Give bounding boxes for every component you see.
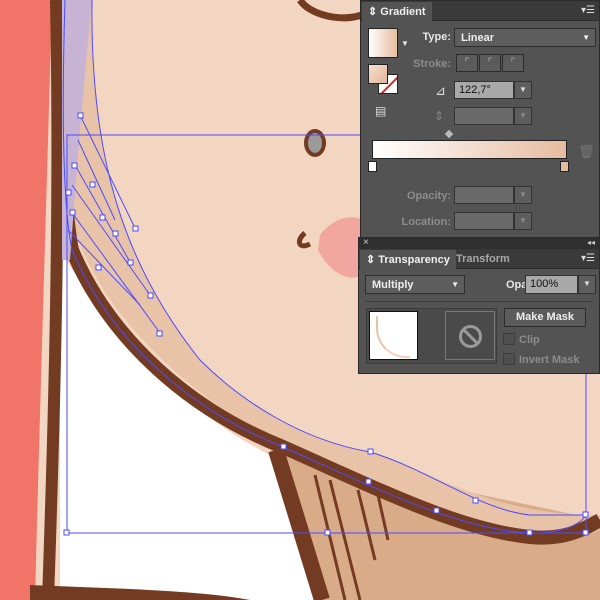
- clip-checkbox[interactable]: [503, 333, 515, 345]
- opacity-label: Opacity:: [406, 190, 451, 202]
- gradient-stop-white[interactable]: [368, 161, 377, 172]
- divider: [365, 301, 593, 302]
- stroke-within-button[interactable]: ⌜: [456, 54, 478, 72]
- angle-dropdown[interactable]: ▼: [514, 81, 532, 99]
- gradient-tabbar: ⇕ Gradient ▾☰: [361, 1, 599, 21]
- thumbnail-area: [366, 308, 497, 364]
- midpoint-diamond[interactable]: [444, 129, 454, 139]
- opacity-dropdown[interactable]: ▼: [578, 275, 596, 294]
- tab-transform[interactable]: Transform: [450, 250, 516, 269]
- location-input[interactable]: [454, 212, 514, 230]
- transparency-panel: × ◂◂ ⇕ Transparency Transform ▾☰ Multipl…: [358, 237, 600, 374]
- aspect-ratio-icon: ⇕: [434, 109, 445, 123]
- location-label: Location:: [401, 216, 452, 228]
- collapse-icon[interactable]: ◂◂: [587, 238, 595, 247]
- tab-gradient[interactable]: ⇕ Gradient: [362, 2, 432, 21]
- type-value: Linear: [461, 32, 495, 44]
- blend-mode-select[interactable]: Multiply ▼: [365, 275, 465, 294]
- close-icon[interactable]: ×: [363, 237, 369, 248]
- invert-mask-label: Invert Mask: [519, 354, 580, 366]
- aspect-ratio-input[interactable]: [454, 107, 514, 125]
- clip-label: Clip: [519, 334, 540, 346]
- blend-mode-value: Multiply: [372, 279, 414, 291]
- reverse-gradient-icon[interactable]: ▤: [375, 104, 386, 118]
- aspect-dropdown[interactable]: ▼: [514, 107, 532, 125]
- stroke-across-button[interactable]: ⌜: [502, 54, 524, 72]
- invert-mask-checkbox[interactable]: [503, 353, 515, 365]
- stroke-along-button[interactable]: ⌜: [479, 54, 501, 72]
- stop-opacity-dropdown[interactable]: ▼: [514, 186, 532, 204]
- trash-icon[interactable]: 🗑: [578, 144, 595, 160]
- mask-thumbnail[interactable]: [445, 311, 495, 360]
- panel-menu-icon[interactable]: ▾☰: [581, 5, 595, 16]
- stop-opacity-input[interactable]: [454, 186, 514, 204]
- type-label: Type:: [422, 31, 451, 43]
- panel-header: × ◂◂: [359, 237, 599, 249]
- gradient-fill-swatch[interactable]: [368, 28, 398, 58]
- tab-gradient-label: Gradient: [380, 6, 426, 18]
- opacity-input[interactable]: 100%: [525, 275, 578, 294]
- transparency-tabbar: ⇕ Transparency Transform ▾☰: [359, 249, 599, 269]
- swatch-dropdown-icon[interactable]: ▼: [401, 39, 409, 48]
- stroke-label: Stroke:: [413, 58, 451, 70]
- make-mask-button[interactable]: Make Mask: [504, 308, 586, 327]
- gradient-panel: ⇕ Gradient ▾☰ ▼ ▤ Type: Linear ▼ Stroke: …: [360, 0, 600, 238]
- angle-input[interactable]: 122,7°: [454, 81, 514, 99]
- panel-menu-icon[interactable]: ▾☰: [581, 253, 595, 264]
- tab-transparency[interactable]: ⇕ Transparency: [360, 250, 456, 269]
- tab-transparency-label: Transparency: [378, 254, 450, 266]
- location-dropdown[interactable]: ▼: [514, 212, 532, 230]
- gradient-slider[interactable]: [372, 140, 567, 159]
- type-select[interactable]: Linear ▼: [454, 28, 596, 47]
- angle-icon: ⊿: [435, 83, 446, 98]
- chevron-down-icon: ▼: [582, 33, 590, 42]
- gradient-stop-peach[interactable]: [560, 161, 569, 172]
- no-mask-icon: [459, 325, 482, 348]
- object-thumbnail[interactable]: [369, 311, 418, 360]
- chevron-down-icon: ▼: [451, 280, 459, 289]
- fill-swatch[interactable]: [368, 64, 388, 84]
